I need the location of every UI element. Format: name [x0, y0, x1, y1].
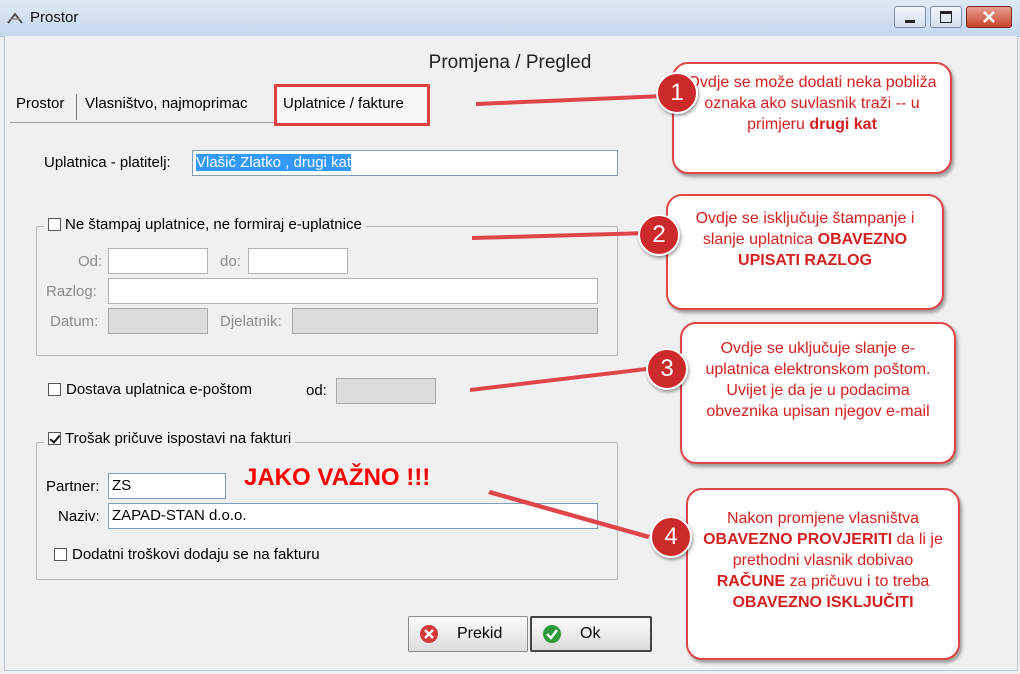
callout-3-badge: 3 — [646, 348, 688, 390]
callout-4-badge: 4 — [650, 516, 692, 558]
callout-4-text-a: Nakon promjene vlasništva — [726, 510, 920, 527]
callout-4-bold-b: RAČUNE — [716, 573, 786, 590]
callout-3: Ovdje se uključuje slanje e-uplatnica el… — [680, 322, 956, 464]
callout-3-text: Ovdje se uključuje slanje e-uplatnica el… — [705, 340, 931, 420]
callout-1-badge: 1 — [656, 72, 698, 114]
annotation-line-2 — [472, 231, 648, 240]
callout-4-bold-a: OBAVEZNO PROVJERITI — [703, 531, 893, 548]
annotation-line-4 — [488, 490, 650, 539]
callout-1-bold: drugi kat — [809, 116, 877, 133]
callout-4: Nakon promjene vlasništva OBAVEZNO PROVJ… — [686, 488, 960, 660]
callout-2: Ovdje se isključuje štampanje i slanje u… — [666, 194, 944, 310]
annotation-line-3 — [470, 367, 646, 392]
callout-2-badge: 2 — [638, 214, 680, 256]
callout-4-bold-c: OBAVEZNO ISKLJUČITI — [732, 594, 914, 611]
important-note: JAKO VAŽNO !!! — [244, 464, 431, 491]
callout-4-text-c: za pričuvu i to treba — [785, 573, 930, 590]
callout-1: Ovdje se može dodati neka pobliža oznaka… — [672, 62, 952, 174]
annotation-line-1 — [476, 94, 664, 106]
